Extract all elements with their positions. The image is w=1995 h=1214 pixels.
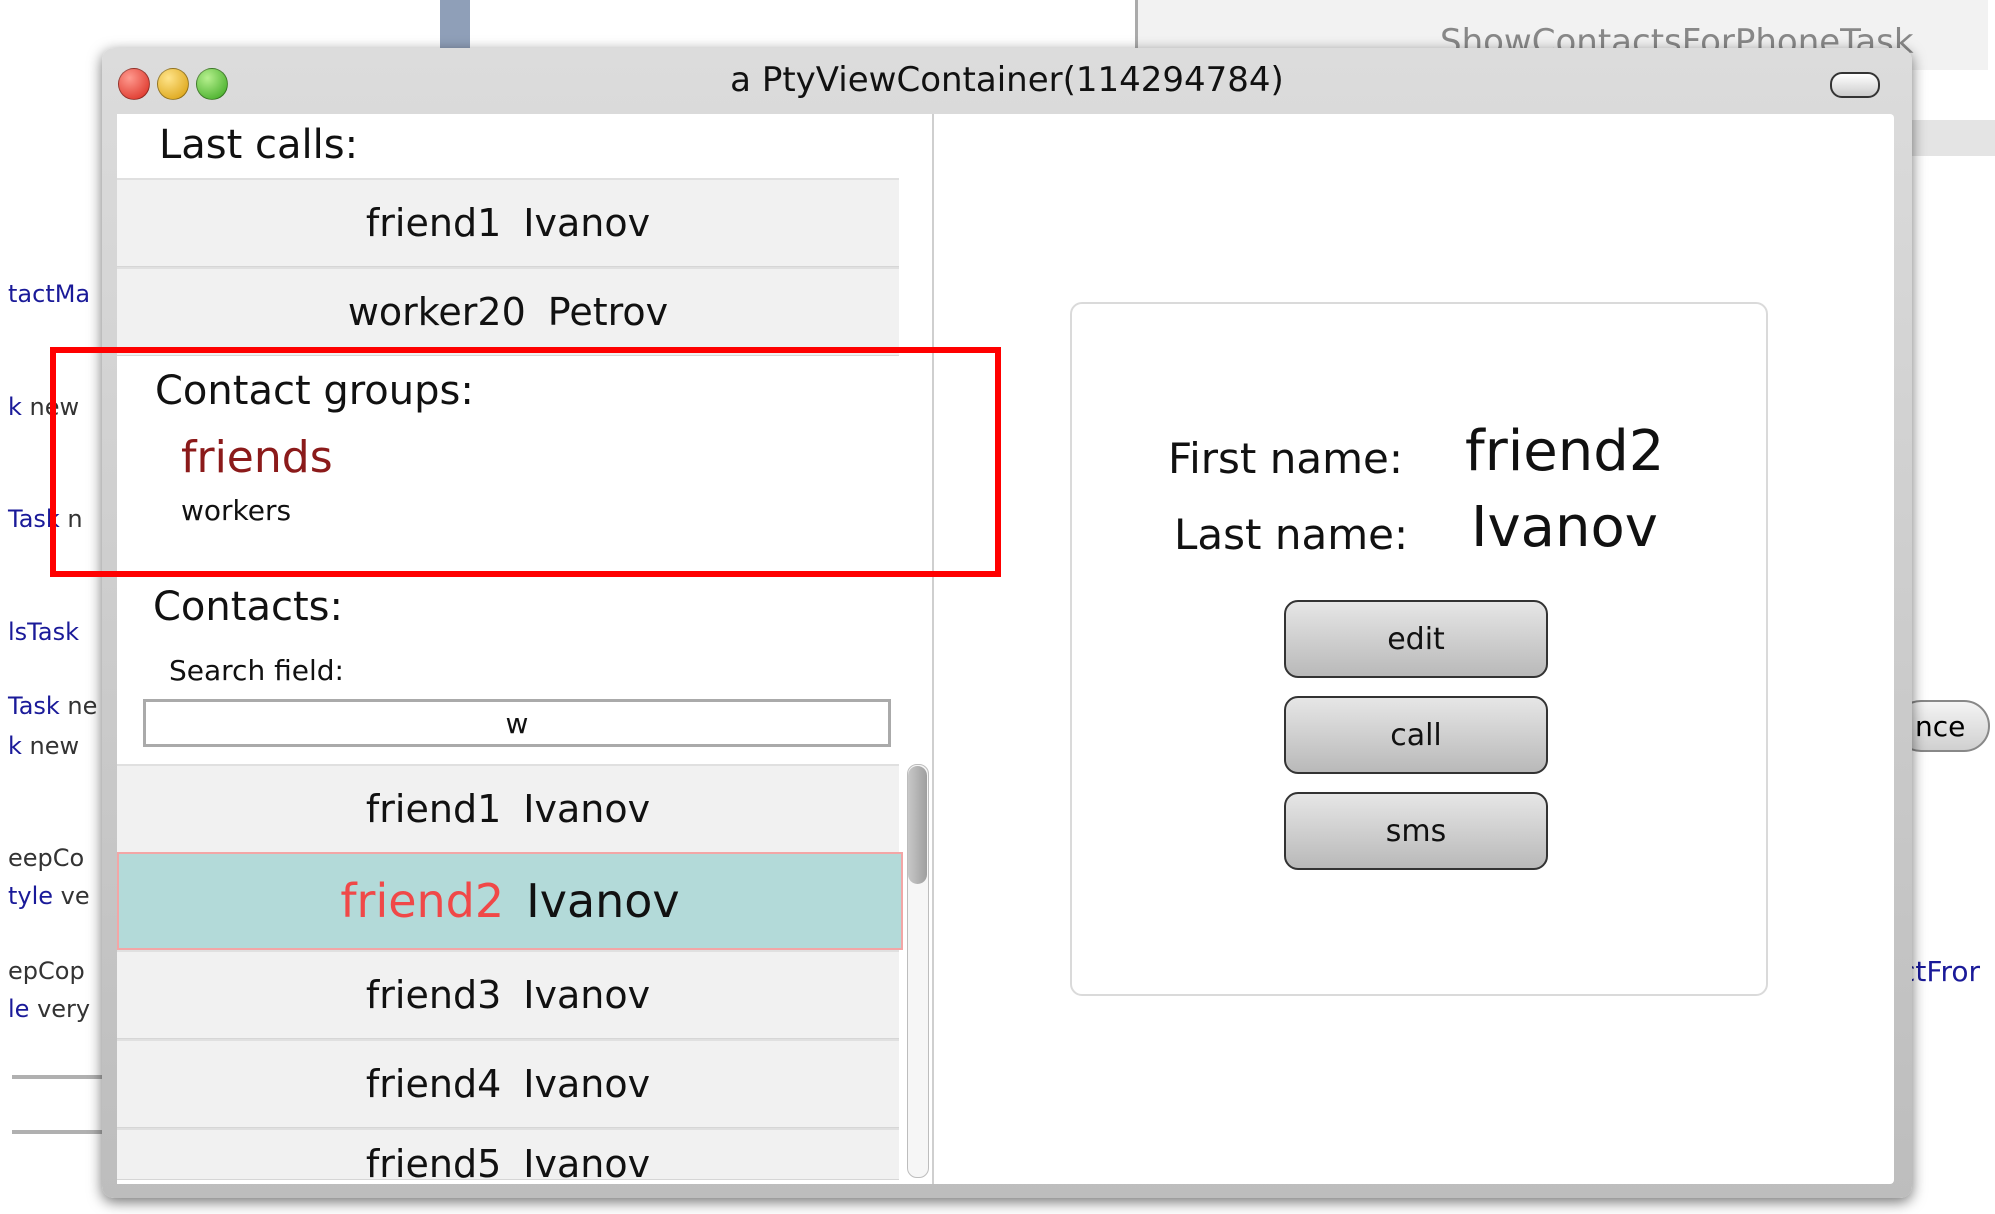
- first-name: friend1: [365, 787, 502, 831]
- background-divider: [12, 1075, 112, 1079]
- contact-list-item[interactable]: friend1 Ivanov: [117, 764, 899, 853]
- background-code-line: k new: [8, 393, 80, 421]
- background-code-line: tactMa: [8, 280, 91, 308]
- last-name: Ivanov: [523, 787, 651, 831]
- first-name: friend2: [340, 874, 505, 928]
- contact-groups-label: Contact groups:: [155, 368, 474, 414]
- last-name: Ivanov: [523, 1142, 651, 1186]
- first-name: friend3: [365, 973, 502, 1017]
- last-calls-label: Last calls:: [159, 122, 359, 168]
- first-name: worker20: [347, 290, 526, 334]
- background-code-line: epCop: [8, 957, 85, 985]
- contact-list-item-selected[interactable]: friend2 Ivanov: [117, 852, 903, 950]
- toolbar-toggle-icon[interactable]: [1830, 72, 1880, 98]
- edit-button[interactable]: edit: [1284, 600, 1548, 678]
- last-name: Ivanov: [523, 201, 651, 245]
- background-panel: [1905, 120, 1995, 156]
- window-title: a PtyViewContainer(114294784): [730, 60, 1284, 100]
- background-divider: [12, 1130, 112, 1134]
- background-code-line: le very: [8, 995, 91, 1023]
- last-name: Ivanov: [526, 874, 680, 928]
- first-name: friend1: [365, 201, 502, 245]
- contacts-label: Contacts:: [153, 584, 343, 630]
- contact-details-card: First name: friend2 Last name: Ivanov ed…: [1070, 302, 1768, 996]
- background-code-line: Task ne: [8, 692, 98, 720]
- contacts-pane: Last calls: friend1 Ivanov worker20 Petrov…: [117, 114, 934, 1186]
- contact-list-item[interactable]: friend3 Ivanov: [117, 950, 899, 1039]
- last-call-item[interactable]: worker20 Petrov: [117, 267, 899, 356]
- title-bar[interactable]: a PtyViewContainer(114294784): [102, 48, 1912, 112]
- first-name-label: First name:: [1168, 434, 1403, 483]
- sms-button[interactable]: sms: [1284, 792, 1548, 870]
- background-code-line: tyle ve: [8, 882, 90, 910]
- call-button[interactable]: call: [1284, 696, 1548, 774]
- first-name: friend4: [365, 1062, 502, 1106]
- last-name-label: Last name:: [1174, 510, 1409, 559]
- window-content: Last calls: friend1 Ivanov worker20 Petrov…: [117, 114, 1894, 1186]
- last-name: Ivanov: [523, 973, 651, 1017]
- contact-list-item[interactable]: friend4 Ivanov: [117, 1039, 899, 1128]
- first-name-value: friend2: [1465, 419, 1665, 484]
- background-code-line: Task n: [8, 505, 83, 533]
- group-item-workers[interactable]: workers: [181, 494, 291, 527]
- background-code-line: k new: [8, 732, 80, 760]
- contact-list-item[interactable]: friend5 Ivanov: [117, 1128, 899, 1186]
- scrollbar-thumb[interactable]: [908, 766, 927, 884]
- last-call-item[interactable]: friend1 Ivanov: [117, 178, 899, 267]
- last-name: Ivanov: [523, 1062, 651, 1106]
- background-code-line: lsTask: [8, 618, 79, 646]
- first-name: friend5: [365, 1142, 502, 1186]
- last-name-value: Ivanov: [1471, 495, 1658, 560]
- pty-view-window: a PtyViewContainer(114294784) Last calls…: [102, 48, 1912, 1198]
- search-field-label: Search field:: [169, 654, 344, 687]
- background-code-line: eepCo: [8, 844, 85, 872]
- last-name: Petrov: [547, 290, 669, 334]
- search-input[interactable]: [143, 699, 891, 747]
- group-item-friends[interactable]: friends: [181, 432, 333, 483]
- background-divider: [440, 0, 470, 50]
